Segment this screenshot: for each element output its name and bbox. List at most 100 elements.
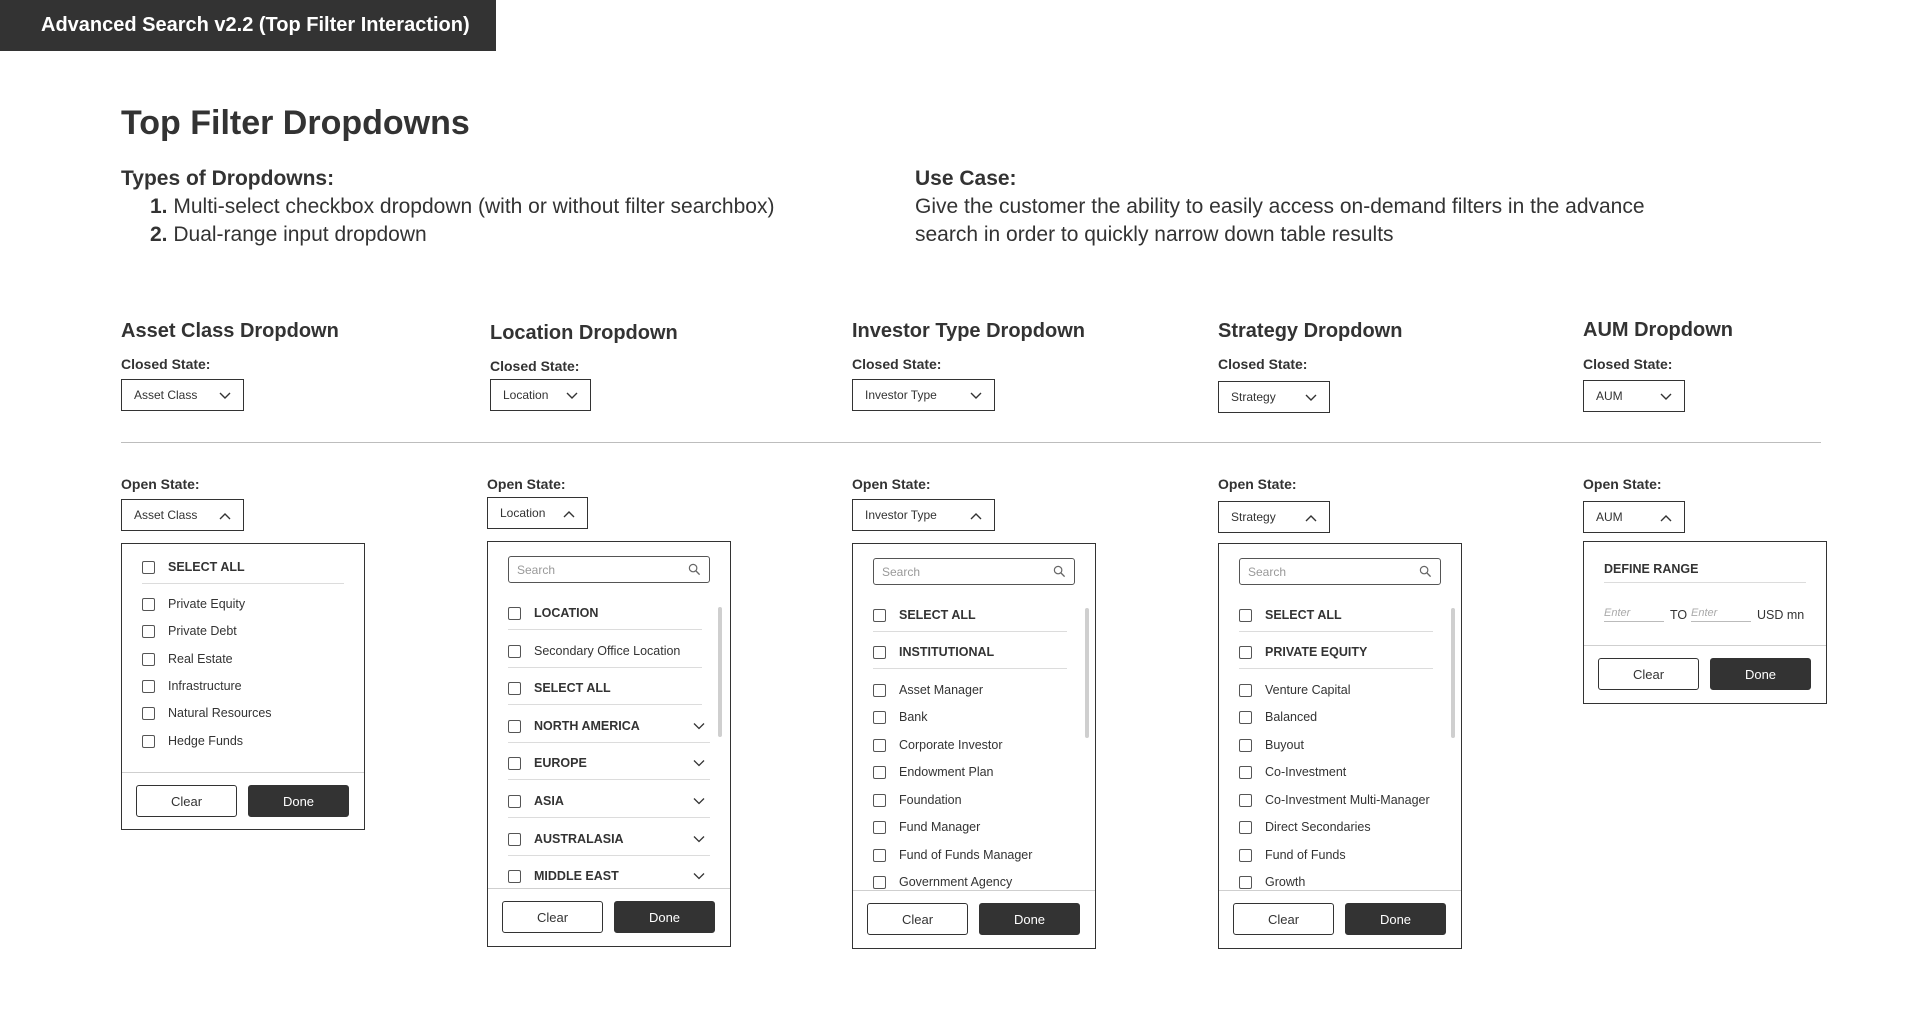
done-button[interactable]: Done bbox=[248, 785, 349, 817]
asset-class-option[interactable]: Real Estate bbox=[142, 648, 344, 670]
scrollbar[interactable] bbox=[1085, 608, 1089, 738]
asset-class-option[interactable]: Private Debt bbox=[142, 620, 344, 642]
asset-class-option[interactable]: Infrastructure bbox=[142, 675, 344, 697]
location-option[interactable]: Secondary Office Location bbox=[508, 640, 702, 668]
checkbox[interactable] bbox=[142, 706, 155, 720]
investor-type-option[interactable]: Fund Manager bbox=[873, 816, 1067, 838]
checkbox[interactable] bbox=[873, 765, 886, 779]
location-option-group[interactable]: LOCATION bbox=[508, 602, 702, 630]
location-region-option[interactable]: AUSTRALASIA bbox=[508, 828, 710, 856]
checkbox[interactable] bbox=[1239, 765, 1252, 779]
asset-class-option[interactable]: Private Equity bbox=[142, 593, 344, 615]
checkbox[interactable] bbox=[873, 848, 886, 862]
investor-type-option[interactable]: Foundation bbox=[873, 789, 1067, 811]
done-button[interactable]: Done bbox=[1345, 903, 1446, 935]
range-min-input[interactable]: Enter bbox=[1604, 607, 1664, 622]
strategy-option[interactable]: Direct Secondaries bbox=[1239, 816, 1433, 838]
checkbox[interactable] bbox=[1239, 683, 1252, 697]
select-all-option[interactable]: SELECT ALL bbox=[1239, 604, 1433, 632]
select-all-option[interactable]: SELECT ALL bbox=[508, 677, 702, 705]
checkbox[interactable] bbox=[1239, 608, 1252, 622]
done-button[interactable]: Done bbox=[614, 901, 715, 933]
chevron-down-icon[interactable] bbox=[692, 756, 706, 770]
checkbox[interactable] bbox=[873, 793, 886, 807]
done-button[interactable]: Done bbox=[979, 903, 1080, 935]
scrollbar[interactable] bbox=[718, 607, 722, 737]
strategy-option[interactable]: Co-Investment Multi-Manager bbox=[1239, 789, 1433, 811]
checkbox[interactable] bbox=[873, 875, 886, 889]
chevron-down-icon[interactable] bbox=[692, 794, 706, 808]
investor-type-option[interactable]: Corporate Investor bbox=[873, 734, 1067, 756]
chevron-down-icon[interactable] bbox=[692, 869, 706, 883]
clear-button[interactable]: Clear bbox=[1598, 658, 1699, 690]
asset-class-select-closed[interactable]: Asset Class bbox=[121, 379, 244, 411]
strategy-select-open[interactable]: Strategy bbox=[1218, 501, 1330, 533]
chevron-down-icon[interactable] bbox=[692, 719, 706, 733]
checkbox[interactable] bbox=[508, 869, 521, 883]
checkbox[interactable] bbox=[873, 645, 886, 659]
range-max-input[interactable]: Enter bbox=[1691, 607, 1751, 622]
search-input[interactable]: Search bbox=[508, 556, 710, 583]
strategy-select-closed[interactable]: Strategy bbox=[1218, 381, 1330, 413]
done-button[interactable]: Done bbox=[1710, 658, 1811, 690]
clear-button[interactable]: Clear bbox=[867, 903, 968, 935]
clear-button[interactable]: Clear bbox=[1233, 903, 1334, 935]
checkbox[interactable] bbox=[1239, 820, 1252, 834]
checkbox[interactable] bbox=[142, 734, 155, 748]
checkbox[interactable] bbox=[142, 679, 155, 693]
strategy-option[interactable]: Buyout bbox=[1239, 734, 1433, 756]
clear-button[interactable]: Clear bbox=[136, 785, 237, 817]
checkbox[interactable] bbox=[1239, 875, 1252, 889]
strategy-option[interactable]: Fund of Funds bbox=[1239, 844, 1433, 866]
checkbox[interactable] bbox=[873, 608, 886, 622]
aum-select-closed[interactable]: AUM bbox=[1583, 380, 1685, 412]
search-input[interactable]: Search bbox=[1239, 558, 1441, 585]
chevron-down-icon[interactable] bbox=[692, 832, 706, 846]
checkbox[interactable] bbox=[1239, 738, 1252, 752]
aum-select-open[interactable]: AUM bbox=[1583, 501, 1685, 533]
checkbox[interactable] bbox=[508, 606, 521, 620]
strategy-option[interactable]: Venture Capital bbox=[1239, 679, 1433, 701]
asset-class-select-open[interactable]: Asset Class bbox=[121, 499, 244, 531]
select-all-option[interactable]: SELECT ALL bbox=[873, 604, 1067, 632]
location-region-option[interactable]: EUROPE bbox=[508, 752, 710, 780]
checkbox[interactable] bbox=[142, 560, 155, 574]
strategy-option[interactable]: Co-Investment bbox=[1239, 761, 1433, 783]
checkbox[interactable] bbox=[508, 681, 521, 695]
checkbox[interactable] bbox=[508, 756, 521, 770]
search-input[interactable]: Search bbox=[873, 558, 1075, 585]
checkbox[interactable] bbox=[1239, 645, 1252, 659]
investor-type-option[interactable]: Fund of Funds Manager bbox=[873, 844, 1067, 866]
location-select-open[interactable]: Location bbox=[487, 497, 588, 529]
scrollbar[interactable] bbox=[1451, 608, 1455, 738]
select-all-option[interactable]: SELECT ALL bbox=[142, 556, 344, 584]
checkbox[interactable] bbox=[142, 597, 155, 611]
checkbox[interactable] bbox=[873, 820, 886, 834]
checkbox[interactable] bbox=[508, 719, 521, 733]
checkbox[interactable] bbox=[142, 652, 155, 666]
investor-type-group[interactable]: INSTITUTIONAL bbox=[873, 641, 1067, 669]
asset-class-option[interactable]: Natural Resources bbox=[142, 702, 344, 724]
checkbox[interactable] bbox=[508, 832, 521, 846]
checkbox[interactable] bbox=[873, 710, 886, 724]
checkbox[interactable] bbox=[508, 644, 521, 658]
investor-type-select-open[interactable]: Investor Type bbox=[852, 499, 995, 531]
investor-type-option[interactable]: Bank bbox=[873, 706, 1067, 728]
checkbox[interactable] bbox=[1239, 848, 1252, 862]
investor-type-option[interactable]: Asset Manager bbox=[873, 679, 1067, 701]
location-region-option[interactable]: ASIA bbox=[508, 790, 710, 818]
checkbox[interactable] bbox=[873, 683, 886, 697]
investor-type-option[interactable]: Endowment Plan bbox=[873, 761, 1067, 783]
clear-button[interactable]: Clear bbox=[502, 901, 603, 933]
location-region-option[interactable]: MIDDLE EAST bbox=[508, 865, 710, 887]
location-select-closed[interactable]: Location bbox=[490, 379, 591, 411]
checkbox[interactable] bbox=[1239, 793, 1252, 807]
asset-class-option[interactable]: Hedge Funds bbox=[142, 730, 344, 752]
strategy-option[interactable]: Balanced bbox=[1239, 706, 1433, 728]
location-region-option[interactable]: NORTH AMERICA bbox=[508, 715, 710, 743]
investor-type-select-closed[interactable]: Investor Type bbox=[852, 379, 995, 411]
checkbox[interactable] bbox=[508, 794, 521, 808]
checkbox[interactable] bbox=[1239, 710, 1252, 724]
checkbox[interactable] bbox=[873, 738, 886, 752]
checkbox[interactable] bbox=[142, 624, 155, 638]
